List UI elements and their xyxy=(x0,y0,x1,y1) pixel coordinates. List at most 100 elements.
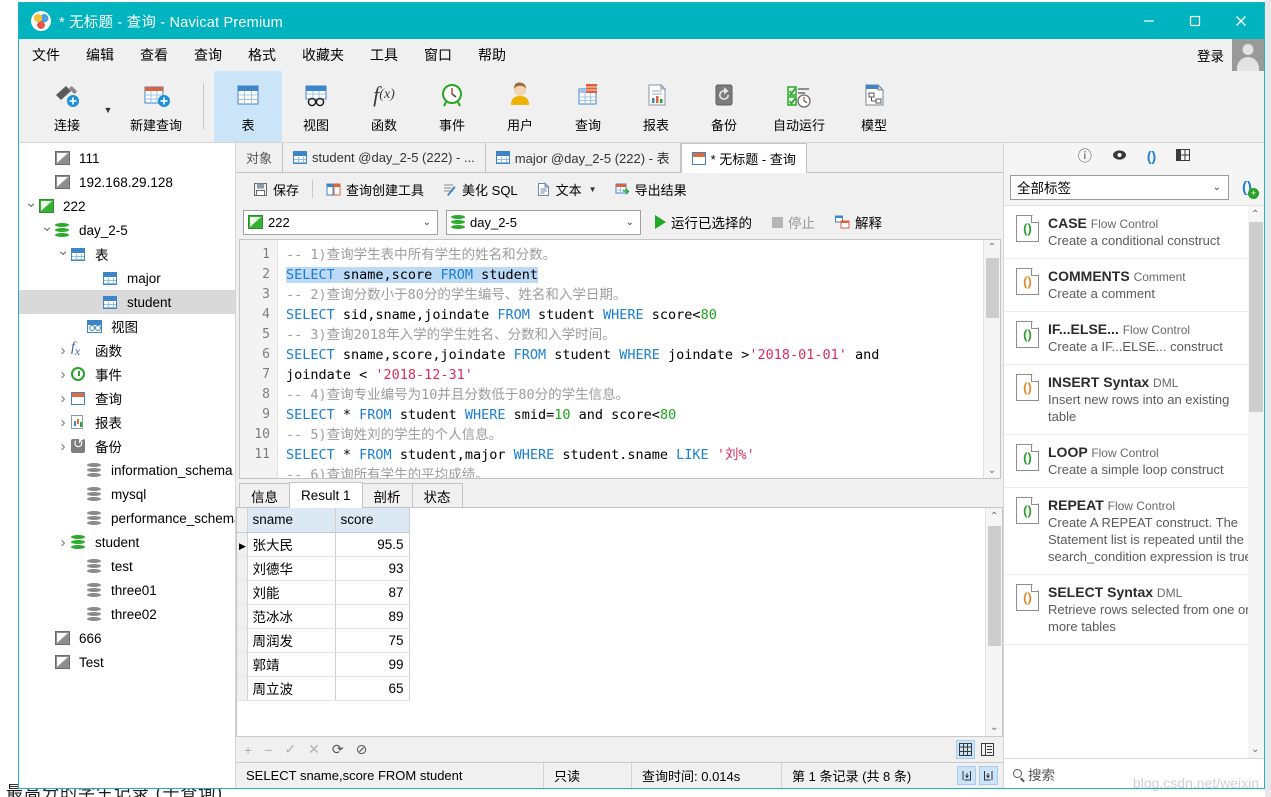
tree-item-[interactable]: 查询 xyxy=(19,386,235,410)
chevron-down-icon[interactable] xyxy=(39,223,55,238)
save-button[interactable]: 保存 xyxy=(244,176,308,202)
query-builder-button[interactable]: 查询创建工具 xyxy=(317,176,433,202)
snippet-item[interactable]: () REPEAT Flow Control Create A REPEAT con… xyxy=(1004,488,1264,575)
form-view-icon[interactable] xyxy=(978,740,997,759)
cell-score[interactable]: 93 xyxy=(335,556,410,581)
chevron-right-icon[interactable] xyxy=(55,391,71,406)
sql-code-area[interactable]: -- 1)查询学生表中所有学生的姓名和分数。 SELECT sname,score… xyxy=(278,240,1000,478)
tree-item-three01[interactable]: three01 xyxy=(19,578,235,602)
scroll-down-icon[interactable]: ⌄ xyxy=(990,722,998,733)
code-icon[interactable]: () xyxy=(1147,148,1156,164)
chevron-right-icon[interactable] xyxy=(55,415,71,430)
menu-window[interactable]: 窗口 xyxy=(411,39,465,71)
tree-item-[interactable]: 表 xyxy=(19,242,235,266)
toolbar-function[interactable]: f (x) 函数 xyxy=(350,71,418,142)
cell-score[interactable]: 87 xyxy=(335,580,410,605)
column-header-sname[interactable]: sname xyxy=(247,508,336,533)
menu-tools[interactable]: 工具 xyxy=(357,39,411,71)
close-button[interactable] xyxy=(1218,3,1264,39)
snippet-tag-select[interactable]: 全部标签 ⌄ xyxy=(1010,174,1229,200)
delete-record-button[interactable]: − xyxy=(264,742,272,758)
snippet-item[interactable]: () COMMENTS Comment Create a comment xyxy=(1004,259,1264,312)
menu-view[interactable]: 查看 xyxy=(127,39,181,71)
run-selected-button[interactable]: 运行已选择的 xyxy=(649,212,758,232)
tree-item-[interactable]: 报表 xyxy=(19,410,235,434)
cell-sname[interactable]: 刘德华 xyxy=(247,556,336,581)
toolbar-user[interactable]: 用户 xyxy=(486,71,554,142)
row-marker[interactable] xyxy=(237,580,248,605)
columns-icon[interactable] xyxy=(1176,148,1191,164)
snippet-item[interactable]: () SELECT Syntax DML Retrieve rows selecte… xyxy=(1004,575,1264,645)
cell-score[interactable]: 75 xyxy=(335,628,410,653)
chevron-down-icon[interactable] xyxy=(55,247,71,262)
tree-item-222[interactable]: 222 xyxy=(19,194,235,218)
grid-scrollbar[interactable]: ⌃ ⌄ xyxy=(985,508,1002,736)
tree-item-[interactable]: 事件 xyxy=(19,362,235,386)
toolbar-event[interactable]: 事件 xyxy=(418,71,486,142)
row-marker[interactable] xyxy=(237,604,248,629)
tree-item-information_schema[interactable]: information_schema xyxy=(19,458,235,482)
apply-change-button[interactable]: ✓ xyxy=(284,741,296,758)
tab-major-table[interactable]: major @day_2-5 (222) - 表 xyxy=(485,143,681,172)
menu-query[interactable]: 查询 xyxy=(181,39,235,71)
row-marker[interactable] xyxy=(237,556,248,581)
snippet-item[interactable]: () LOOP Flow Control Create a simple loop … xyxy=(1004,435,1264,488)
table-row[interactable]: ▶ 张大民 95.5 xyxy=(237,532,410,557)
beautify-sql-button[interactable]: 美化 SQL xyxy=(433,176,527,202)
maximize-button[interactable] xyxy=(1172,3,1218,39)
scroll-down-icon[interactable]: ⌄ xyxy=(1251,744,1259,755)
tree-item-mysql[interactable]: mysql xyxy=(19,482,235,506)
snippet-item[interactable]: () INSERT Syntax DML Insert new rows into … xyxy=(1004,365,1264,435)
result-grid[interactable]: sname score ▶ 张大民 95.5 刘德华 93 刘能 87 范冰冰 89 周润发 75 郭… xyxy=(236,508,1003,736)
tree-item-day_2-5[interactable]: day_2-5 xyxy=(19,218,235,242)
menu-file[interactable]: 文件 xyxy=(19,39,73,71)
column-header-score[interactable]: score xyxy=(335,508,410,533)
cell-score[interactable]: 89 xyxy=(335,604,410,629)
add-record-button[interactable]: + xyxy=(244,742,252,758)
scroll-up-icon[interactable]: ⌃ xyxy=(988,242,996,253)
snippet-scrollbar-thumb[interactable] xyxy=(1249,222,1263,412)
tree-item-student[interactable]: student xyxy=(19,530,235,554)
scrollbar-thumb[interactable] xyxy=(986,258,999,318)
info-icon[interactable]: ⓘ xyxy=(1078,146,1092,166)
connection-tree[interactable]: 111 192.168.29.128 222 day_2-5 表 major student… xyxy=(19,143,236,788)
login-link[interactable]: 登录 xyxy=(1197,45,1224,65)
chevron-down-icon[interactable] xyxy=(23,199,39,214)
table-row[interactable]: 刘能 87 xyxy=(237,580,410,605)
toolbar-query[interactable]: 查询 xyxy=(554,71,622,142)
toolbar-table[interactable]: 表 xyxy=(214,71,282,142)
snippet-search[interactable]: 搜索 xyxy=(1004,758,1264,788)
connection-select[interactable]: 222 ⌄ xyxy=(243,209,438,235)
toolbar-automation[interactable]: 自动运行 xyxy=(758,71,840,142)
snippet-item[interactable]: () CASE Flow Control Create a conditional … xyxy=(1004,206,1264,259)
result-tab-result1[interactable]: Result 1 xyxy=(289,482,363,508)
tab-objects[interactable]: 对象 xyxy=(236,143,284,172)
chevron-right-icon[interactable] xyxy=(55,343,71,358)
tree-item-test[interactable]: test xyxy=(19,554,235,578)
tree-item-111[interactable]: 111 xyxy=(19,146,235,170)
stop-button[interactable]: 停止 xyxy=(766,212,821,232)
chevron-right-icon[interactable] xyxy=(55,535,71,550)
row-marker[interactable]: ▶ xyxy=(237,532,248,557)
table-row[interactable]: 刘德华 93 xyxy=(237,556,410,581)
toolbar-view[interactable]: 视图 xyxy=(282,71,350,142)
export-result-button[interactable]: 导出结果 xyxy=(606,176,696,202)
connection-dropdown-caret-icon[interactable]: ▼ xyxy=(101,71,115,142)
cell-sname[interactable]: 郭靖 xyxy=(247,652,336,677)
tree-item-[interactable]: fx 函数 xyxy=(19,338,235,362)
cell-sname[interactable]: 刘能 xyxy=(247,580,336,605)
row-marker[interactable] xyxy=(237,676,248,701)
tree-item-student[interactable]: student xyxy=(19,290,235,314)
refresh-button[interactable]: ⟳ xyxy=(332,741,344,758)
discard-change-button[interactable]: ✕ xyxy=(308,741,320,758)
row-marker[interactable] xyxy=(237,652,248,677)
toolbar-report[interactable]: 报表 xyxy=(622,71,690,142)
snippet-scrollbar[interactable]: ⌃ ⌄ xyxy=(1248,206,1264,758)
result-tab-info[interactable]: 信息 xyxy=(239,483,290,507)
grid-scrollbar-thumb[interactable] xyxy=(988,526,1001,646)
editor-scrollbar[interactable]: ⌃ ⌄ xyxy=(983,240,1000,478)
toolbar-model[interactable]: 模型 xyxy=(840,71,908,142)
tree-item-Test[interactable]: Test xyxy=(19,650,235,674)
sql-editor[interactable]: 1 2 3 4 5 6 7 8 9 10 11 -- 1)查询学生表中所有学生的姓名和分数。 SELE… xyxy=(239,239,1001,479)
table-row[interactable]: 范冰冰 89 xyxy=(237,604,410,629)
